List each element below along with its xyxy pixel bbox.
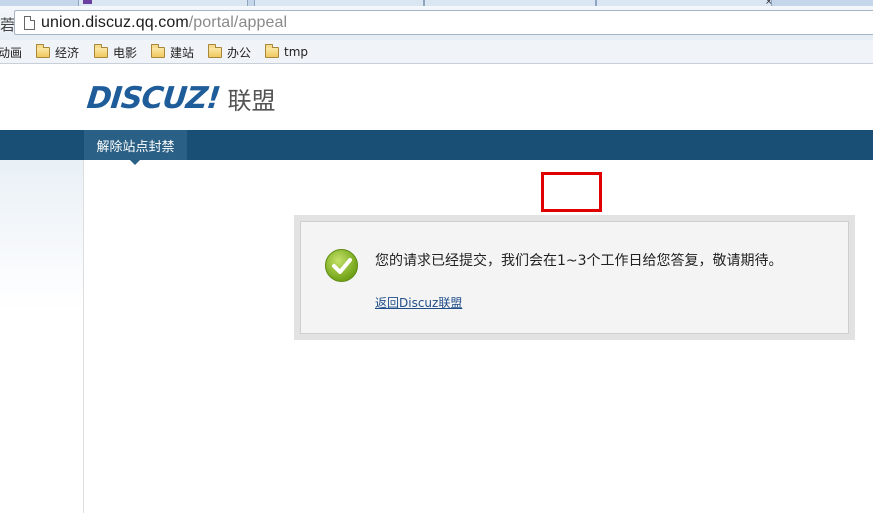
nav-active-pointer xyxy=(130,160,140,165)
check-circle-icon xyxy=(325,249,358,282)
bookmark-folder[interactable]: 电影 xyxy=(94,42,137,62)
folder-icon xyxy=(208,43,222,58)
url-path: /portal/appeal xyxy=(188,14,288,31)
nav-item-unblock-site[interactable]: 解除站点封禁 xyxy=(84,130,187,160)
page-content: DISCUZ! 联盟 解除站点封禁 您的请求已经提交，我们会在1~3个工作日给您… xyxy=(0,65,873,513)
sidebar-gradient xyxy=(0,160,83,310)
back-to-union-link[interactable]: 返回Discuz联盟 xyxy=(375,294,462,311)
message-text: 您的请求已经提交，我们会在1~3个工作日给您答复，敬请期待。 xyxy=(375,253,783,269)
folder-icon xyxy=(151,43,165,58)
tab-favicon xyxy=(83,0,92,4)
folder-icon xyxy=(265,43,279,58)
bookmark-label: 经济 xyxy=(55,45,80,60)
page-icon xyxy=(24,16,35,30)
message-box: 您的请求已经提交，我们会在1~3个工作日给您答复，敬请期待。 返回Discuz联… xyxy=(294,215,855,340)
toolbar-button-fragment[interactable]: 菪 xyxy=(0,14,15,35)
logo-wordmark: DISCUZ! xyxy=(85,80,222,116)
logo-subtitle: 联盟 xyxy=(227,86,276,115)
url-text[interactable]: union.discuz.qq.com/portal/appeal xyxy=(41,14,287,32)
browser-toolbar: 菪 union.discuz.qq.com/portal/appeal xyxy=(0,6,873,40)
bookmark-label: 办公 xyxy=(227,45,252,60)
bookmark-label: 电影 xyxy=(113,45,138,60)
url-host: union.discuz.qq.com xyxy=(41,14,189,31)
bookmark-folder[interactable]: 办公 xyxy=(208,42,251,62)
main-nav: 解除站点封禁 xyxy=(0,130,873,160)
bookmark-label: 动画 xyxy=(0,45,23,60)
site-logo[interactable]: DISCUZ! 联盟 xyxy=(85,80,276,116)
folder-icon xyxy=(36,43,50,58)
folder-icon xyxy=(94,43,108,58)
bookmarks-bar: 动画 经济 电影 建站 办公 tmp xyxy=(0,40,873,64)
bookmark-label: 建站 xyxy=(170,45,195,60)
address-bar[interactable]: union.discuz.qq.com/portal/appeal xyxy=(14,10,873,35)
sidebar xyxy=(0,160,84,513)
bookmark-folder[interactable]: 经济 xyxy=(36,42,79,62)
bookmark-item[interactable]: 动画 xyxy=(0,42,22,62)
bookmark-folder[interactable]: 建站 xyxy=(151,42,194,62)
message-panel: 您的请求已经提交，我们会在1~3个工作日给您答复，敬请期待。 返回Discuz联… xyxy=(300,221,849,334)
bookmark-label: tmp xyxy=(284,45,309,59)
bookmark-folder[interactable]: tmp xyxy=(265,42,308,62)
